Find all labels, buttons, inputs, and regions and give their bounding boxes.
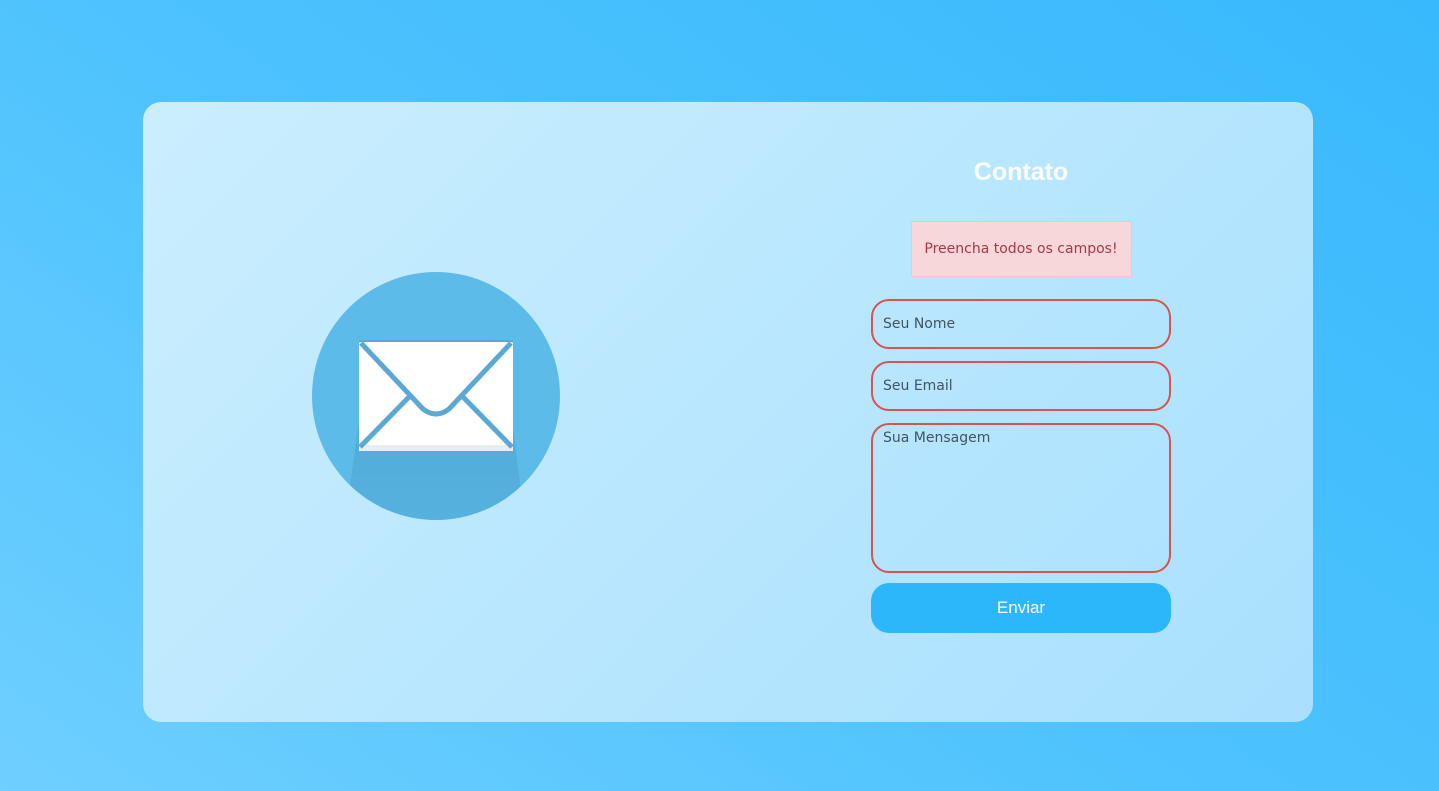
validation-alert: Preencha todos os campos! — [910, 221, 1132, 277]
contact-card: Contato Preencha todos os campos! Enviar — [143, 102, 1313, 722]
envelope-icon — [312, 272, 560, 520]
name-input[interactable] — [871, 299, 1171, 349]
contact-form: Contato Preencha todos os campos! Enviar — [871, 152, 1171, 633]
submit-button[interactable]: Enviar — [871, 583, 1171, 633]
form-title: Contato — [973, 158, 1069, 186]
message-textarea[interactable] — [871, 423, 1171, 573]
email-input[interactable] — [871, 361, 1171, 411]
envelope-illustration — [311, 271, 561, 521]
